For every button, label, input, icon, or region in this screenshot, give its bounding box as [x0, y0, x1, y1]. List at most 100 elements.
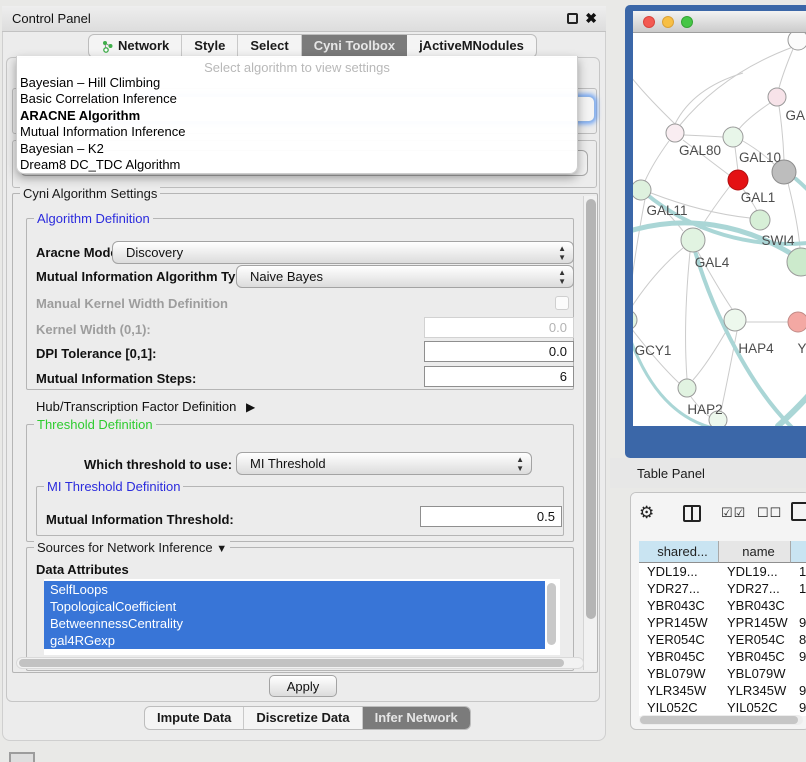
- table-row[interactable]: YBR043C YBR043C: [639, 597, 806, 614]
- stepper-icon: ▲▼: [558, 268, 566, 286]
- column-header[interactable]: name: [719, 541, 791, 563]
- table-row[interactable]: YIL052C YIL052C 9.: [639, 699, 806, 716]
- node-label: HAP4: [738, 341, 774, 356]
- cell: YLR345W: [719, 682, 791, 699]
- attributes-scrollbar[interactable]: [546, 581, 557, 653]
- cell: YBR043C: [719, 597, 791, 614]
- node[interactable]: [666, 124, 684, 142]
- table-horizontal-scrollbar[interactable]: [639, 715, 803, 725]
- deselect-all-checkboxes-icon[interactable]: ☐☐: [757, 505, 782, 521]
- tab-infer-network[interactable]: Infer Network: [363, 707, 470, 729]
- attribute-item-selected[interactable]: BetweennessCentrality: [44, 615, 545, 632]
- split-columns-icon[interactable]: [683, 505, 701, 522]
- column-header[interactable]: shared...: [639, 541, 719, 563]
- close-icon[interactable]: ✖: [585, 10, 597, 27]
- tab-network[interactable]: Network: [89, 35, 182, 57]
- tab-style[interactable]: Style: [182, 35, 238, 57]
- popup-placeholder: Select algorithm to view settings: [17, 56, 577, 75]
- popup-item[interactable]: Mutual Information Inference: [17, 124, 577, 140]
- aracne-mode-combobox[interactable]: Discovery ▲▼: [112, 241, 574, 264]
- scrollbar-thumb[interactable]: [547, 583, 556, 645]
- node[interactable]: [768, 88, 786, 106]
- float-window-icon[interactable]: [567, 13, 578, 24]
- tab-jactivemnodules[interactable]: jActiveMNodules: [407, 35, 536, 57]
- table-row[interactable]: YPR145W YPR145W 9.: [639, 614, 806, 631]
- tab-label: Select: [250, 35, 288, 57]
- settings-horizontal-scrollbar[interactable]: [16, 657, 584, 669]
- popup-item[interactable]: Basic Correlation Inference: [17, 91, 577, 107]
- manual-kernel-checkbox[interactable]: [555, 296, 569, 310]
- sources-title[interactable]: Sources for Network Inference ▼: [34, 540, 230, 555]
- column-header[interactable]: A: [791, 541, 806, 563]
- mac-zoom-icon[interactable]: [681, 16, 693, 28]
- mi-threshold-field[interactable]: 0.5: [420, 506, 562, 527]
- tab-discretize-data[interactable]: Discretize Data: [244, 707, 362, 729]
- node[interactable]: [724, 309, 746, 331]
- settings-vertical-scrollbar[interactable]: [583, 196, 597, 670]
- tab-label: Discretize Data: [256, 707, 349, 729]
- kernel-width-field[interactable]: 0.0: [424, 317, 574, 338]
- node[interactable]: [633, 310, 637, 330]
- scrollbar-thumb[interactable]: [640, 716, 798, 724]
- scrollbar-thumb[interactable]: [586, 199, 596, 619]
- tab-impute-data[interactable]: Impute Data: [145, 707, 244, 729]
- panel-title: Control Panel: [12, 11, 91, 26]
- table-row[interactable]: YBL079W YBL079W: [639, 665, 806, 682]
- cell: YDL19...: [639, 563, 719, 580]
- select-all-checkboxes-icon[interactable]: ☑☑: [721, 505, 746, 521]
- attribute-item-selected[interactable]: gal4RGexp: [44, 632, 545, 649]
- scrollbar-thumb[interactable]: [19, 659, 564, 667]
- table-panel: ⚙ ☑☑ ☐☐ shared... name A YDL19... YDL19.…: [630, 492, 806, 730]
- cell: 9.: [791, 699, 806, 716]
- node[interactable]: [788, 312, 806, 332]
- popup-item[interactable]: Bayesian – Hill Climbing: [17, 75, 577, 91]
- node-label: GAL80: [679, 143, 721, 158]
- attribute-item-selected[interactable]: SelfLoops: [44, 581, 545, 598]
- apply-button[interactable]: Apply: [269, 675, 337, 697]
- cell: YPR145W: [639, 614, 719, 631]
- tab-select[interactable]: Select: [238, 35, 301, 57]
- cell: 9.: [791, 614, 806, 631]
- mi-type-combobox[interactable]: Naive Bayes ▲▼: [236, 265, 574, 288]
- tab-label: Impute Data: [157, 707, 231, 729]
- network-icon: [101, 40, 114, 53]
- data-attributes-list[interactable]: SelfLoops TopologicalCoefficient Between…: [44, 579, 560, 655]
- hub-definition-toggle[interactable]: Hub/Transcription Factor Definition ▶: [36, 399, 255, 414]
- node[interactable]: [788, 33, 806, 50]
- node[interactable]: [750, 210, 770, 230]
- cell: YDL19...: [719, 563, 791, 580]
- table-row[interactable]: YLR345W YLR345W 9.: [639, 682, 806, 699]
- gear-icon[interactable]: ⚙: [639, 503, 654, 523]
- node-label: GAL: [785, 108, 806, 123]
- attribute-item-selected[interactable]: TopologicalCoefficient: [44, 598, 545, 615]
- node-selected-red[interactable]: [728, 170, 748, 190]
- node[interactable]: [633, 180, 651, 200]
- tab-cyni-toolbox[interactable]: Cyni Toolbox: [302, 35, 407, 57]
- network-window-titlebar[interactable]: [633, 11, 806, 33]
- cell: 13: [791, 563, 806, 580]
- network-canvas[interactable]: GAL GAL80 GAL10 GAL1 GAL11 SWI4 GAL4 GCY…: [633, 33, 806, 426]
- node[interactable]: [681, 228, 705, 252]
- table-row[interactable]: YER054C YER054C 8.: [639, 631, 806, 648]
- mac-minimize-icon[interactable]: [662, 16, 674, 28]
- which-threshold-combobox[interactable]: MI Threshold ▲▼: [236, 452, 532, 475]
- combo-value: Naive Bayes: [250, 269, 323, 284]
- table-row[interactable]: YBR045C YBR045C 9.: [639, 648, 806, 665]
- node[interactable]: [678, 379, 696, 397]
- minimized-panel-icon[interactable]: [9, 752, 35, 762]
- popup-item-selected[interactable]: ARACNE Algorithm: [17, 108, 577, 124]
- popup-item[interactable]: Bayesian – K2: [17, 141, 577, 157]
- cyni-bottom-tabs: Impute Data Discretize Data Infer Networ…: [144, 706, 471, 730]
- mac-close-icon[interactable]: [643, 16, 655, 28]
- dpi-tolerance-field[interactable]: 0.0: [424, 341, 574, 362]
- threshold-definition-title: Threshold Definition: [34, 417, 156, 432]
- tab-label: jActiveMNodules: [419, 35, 524, 57]
- cell: YBL079W: [639, 665, 719, 682]
- node[interactable]: [723, 127, 743, 147]
- network-graph: GAL GAL80 GAL10 GAL1 GAL11 SWI4 GAL4 GCY…: [633, 33, 806, 426]
- new-table-icon[interactable]: [791, 502, 806, 521]
- table-row[interactable]: YDL19... YDL19... 13: [639, 563, 806, 580]
- table-row[interactable]: YDR27... YDR27... 12: [639, 580, 806, 597]
- popup-item[interactable]: Dream8 DC_TDC Algorithm: [17, 157, 577, 173]
- mi-steps-field[interactable]: 6: [424, 366, 574, 387]
